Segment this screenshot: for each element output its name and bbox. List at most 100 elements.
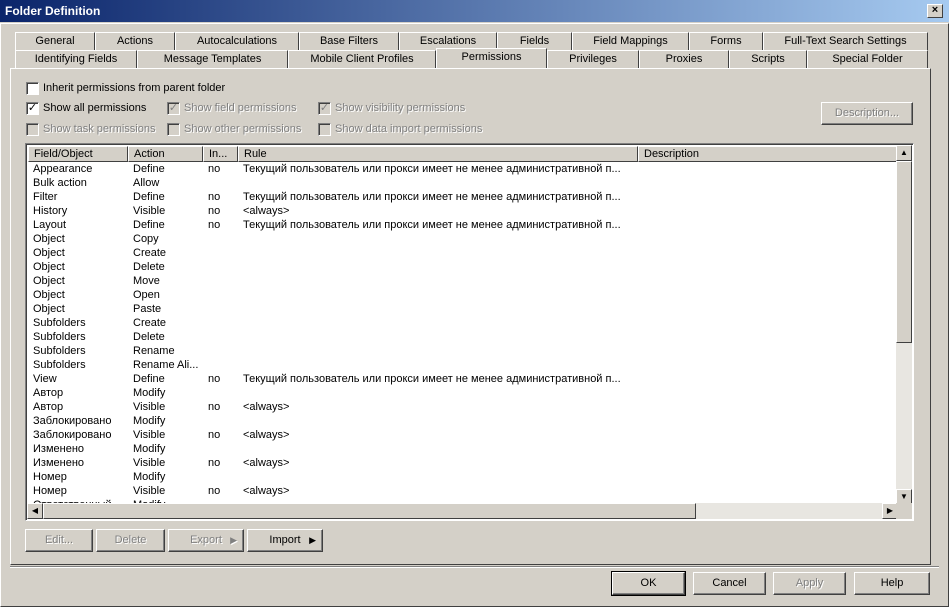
cell-rule: Текущий пользователь или прокси имеет не… [243, 191, 621, 203]
table-row[interactable]: Layout Define no Текущий пользователь или п… [28, 218, 898, 232]
show-data-import-permissions-label: Show data import permissions [335, 123, 483, 135]
cancel-button[interactable]: Cancel [693, 572, 766, 595]
table-row[interactable]: Object Create [28, 246, 898, 260]
cell-action: Copy [133, 233, 159, 245]
cell-rule: <always> [243, 457, 290, 469]
table-row[interactable]: Object Move [28, 274, 898, 288]
delete-button[interactable]: Delete [96, 529, 165, 552]
cell-field-object: View [33, 373, 57, 385]
tab-autocalculations[interactable]: Autocalculations [175, 32, 299, 50]
table-row[interactable]: View Define no Текущий пользователь или про… [28, 372, 898, 386]
ok-button[interactable]: OK [611, 571, 686, 596]
tab-forms[interactable]: Forms [689, 32, 763, 50]
show-visibility-permissions-label: Show visibility permissions [335, 102, 466, 114]
tab-base-filters[interactable]: Base Filters [299, 32, 399, 50]
cell-rule: <always> [243, 205, 290, 217]
show-visibility-permissions-checkbox[interactable]: ✓ Show visibility permissions [318, 102, 465, 116]
cell-action: Modify [133, 387, 166, 399]
export-button[interactable]: Export ▶ [168, 529, 244, 552]
tab-special-folder[interactable]: Special Folder [807, 50, 928, 68]
column-header-field-object[interactable]: Field/Object [28, 146, 128, 162]
cell-field-object: Subfolders [33, 345, 86, 357]
horizontal-scroll-thumb[interactable] [43, 503, 696, 519]
permissions-table[interactable]: Field/Object Action In... Rule Descripti… [25, 143, 914, 521]
inherit-permissions-checkbox[interactable]: Inherit permissions from parent folder [26, 82, 225, 96]
show-data-import-permissions-checkbox[interactable]: Show data import permissions [318, 123, 482, 137]
table-row[interactable]: Object Copy [28, 232, 898, 246]
apply-button[interactable]: Apply [773, 572, 846, 595]
checkbox-box[interactable] [318, 123, 331, 136]
table-row[interactable]: Subfolders Rename [28, 344, 898, 358]
tab-full-text-search-settings[interactable]: Full-Text Search Settings [763, 32, 928, 50]
check-mark-icon[interactable]: ✓ [26, 102, 39, 115]
vertical-scrollbar[interactable]: ▲ ▼ [896, 145, 912, 505]
table-row[interactable]: Заблокировано Visible no <always> [28, 428, 898, 442]
tab-actions[interactable]: Actions [95, 32, 175, 50]
cell-action: Visible [133, 429, 166, 441]
tab-general[interactable]: General [15, 32, 95, 50]
cell-field-object: Object [33, 289, 65, 301]
edit-button[interactable]: Edit... [25, 529, 93, 552]
table-row[interactable]: Subfolders Create [28, 316, 898, 330]
cell-action: Delete [133, 261, 165, 273]
table-row[interactable]: Object Delete [28, 260, 898, 274]
cell-field-object: Subfolders [33, 359, 86, 371]
tab-proxies[interactable]: Proxies [639, 50, 729, 68]
table-row[interactable]: History Visible no <always> [28, 204, 898, 218]
table-row[interactable]: Filter Define no Текущий пользователь или п… [28, 190, 898, 204]
show-field-permissions-checkbox[interactable]: ✓ Show field permissions [167, 102, 297, 116]
cell-inherited: no [208, 219, 221, 231]
table-row[interactable]: Bulk action Allow [28, 176, 898, 190]
horizontal-scrollbar[interactable]: ◀ ▶ [27, 503, 898, 519]
scroll-up-icon[interactable]: ▲ [896, 145, 912, 161]
separator [10, 566, 939, 568]
check-mark-icon[interactable]: ✓ [167, 102, 180, 115]
cell-field-object: Bulk action [33, 177, 87, 189]
show-other-permissions-checkbox[interactable]: Show other permissions [167, 123, 301, 137]
cell-inherited: no [208, 373, 221, 385]
column-header-inherited[interactable]: In... [203, 146, 238, 162]
table-row[interactable]: Object Open [28, 288, 898, 302]
table-row[interactable]: Subfolders Delete [28, 330, 898, 344]
tab-privileges[interactable]: Privileges [547, 50, 639, 68]
tab-message-templates[interactable]: Message Templates [137, 50, 288, 68]
import-label: Import [269, 534, 301, 546]
tab-permissions[interactable]: Permissions [436, 48, 547, 68]
table-row[interactable]: Appearance Define no Текущий пользователь и… [28, 162, 898, 176]
tab-field-mappings[interactable]: Field Mappings [572, 32, 689, 50]
tab-scripts[interactable]: Scripts [729, 50, 807, 68]
import-button[interactable]: Import ▶ [247, 529, 323, 552]
table-row[interactable]: Subfolders Rename Ali... [28, 358, 898, 372]
column-header-action[interactable]: Action [128, 146, 203, 162]
arrow-right-icon: ▶ [309, 535, 316, 545]
table-row[interactable]: Автор Modify [28, 386, 898, 400]
check-mark-icon[interactable]: ✓ [318, 102, 331, 115]
show-task-permissions-checkbox[interactable]: Show task permissions [26, 123, 156, 137]
title-bar: Folder Definition × [0, 0, 949, 23]
table-row[interactable]: Изменено Modify [28, 442, 898, 456]
cell-action: Define [133, 219, 165, 231]
show-all-permissions-checkbox[interactable]: ✓ Show all permissions [26, 102, 146, 116]
scroll-left-icon[interactable]: ◀ [27, 503, 43, 519]
table-row[interactable]: Заблокировано Modify [28, 414, 898, 428]
description-button[interactable]: Description... [821, 102, 913, 125]
cell-field-object: Object [33, 303, 65, 315]
cell-action: Visible [133, 457, 166, 469]
tab-identifying-fields[interactable]: Identifying Fields [15, 50, 137, 68]
help-button[interactable]: Help [854, 572, 930, 595]
show-field-permissions-label: Show field permissions [184, 102, 297, 114]
vertical-scroll-thumb[interactable] [896, 161, 912, 343]
table-row[interactable]: Автор Visible no <always> [28, 400, 898, 414]
checkbox-box[interactable] [26, 123, 39, 136]
tab-mobile-client-profiles[interactable]: Mobile Client Profiles [288, 50, 436, 68]
column-header-description[interactable]: Description [638, 146, 898, 162]
table-row[interactable]: Object Paste [28, 302, 898, 316]
checkbox-box[interactable] [167, 123, 180, 136]
table-row[interactable]: Номер Visible no <always> [28, 484, 898, 498]
table-row[interactable]: Изменено Visible no <always> [28, 456, 898, 470]
checkbox-box[interactable] [26, 82, 39, 95]
cell-field-object: Автор [33, 387, 64, 399]
column-header-rule[interactable]: Rule [238, 146, 638, 162]
close-button[interactable]: × [927, 4, 943, 18]
table-row[interactable]: Номер Modify [28, 470, 898, 484]
